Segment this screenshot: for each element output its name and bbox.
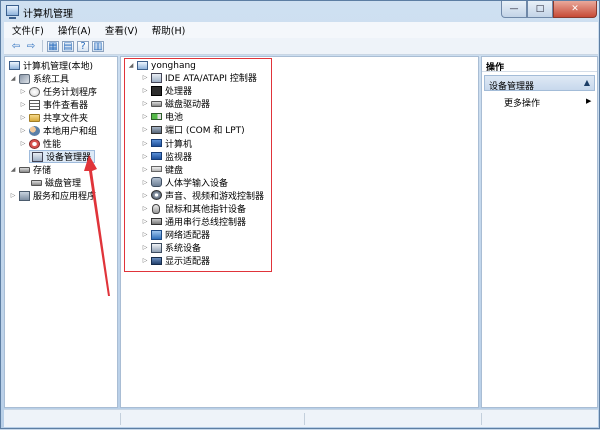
expand-arrow-icon[interactable]: ▷ <box>19 88 27 95</box>
status-divider <box>304 413 305 425</box>
tree-label: 本地用户和组 <box>43 127 98 137</box>
tree-root-label: 计算机管理(本地) <box>23 62 94 72</box>
computer-management-icon <box>6 5 19 19</box>
maximize-button[interactable]: □ <box>527 1 553 18</box>
actions-section-label: 设备管理器 <box>489 82 535 92</box>
disk-icon <box>31 179 42 186</box>
collapse-arrow-icon[interactable]: ◢ <box>9 166 17 173</box>
title-bar: 计算机管理 — □ ✕ <box>1 1 600 21</box>
menu-action[interactable]: 操作(A) <box>58 23 91 37</box>
tree-system-tools[interactable]: ◢ 系统工具 <box>9 72 69 85</box>
tree-label: 磁盘管理 <box>45 179 82 189</box>
tree-device-manager[interactable]: 设备管理器 <box>29 150 96 163</box>
submenu-arrow-icon[interactable]: ▶ <box>586 97 591 105</box>
forward-arrow-icon[interactable]: ⇨ <box>25 41 37 52</box>
expand-arrow-icon[interactable]: ▷ <box>19 127 27 134</box>
tree-label: 存储 <box>33 166 52 176</box>
window-frame: 计算机管理 — □ ✕ 文件(F) 操作(A) 查看(V) 帮助(H) ⇦ ⇨ … <box>0 0 600 429</box>
help-icon[interactable]: ? <box>77 40 89 52</box>
expand-arrow-icon[interactable]: ▷ <box>9 192 17 199</box>
toolbar: ⇦ ⇨ ▦ ▤ ? ▥ <box>4 38 598 55</box>
minimize-button[interactable]: — <box>501 1 527 18</box>
action-pane-icon[interactable]: ▥ <box>92 40 104 52</box>
computer-management-icon <box>9 61 20 70</box>
collapse-up-icon[interactable]: ▲ <box>584 78 590 87</box>
menu-view[interactable]: 查看(V) <box>105 23 138 37</box>
close-button[interactable]: ✕ <box>553 1 597 18</box>
tree-event-viewer[interactable]: ▷ 事件查看器 <box>19 98 88 111</box>
tree-performance[interactable]: ▷ 性能 <box>19 137 61 150</box>
tree-label: 任务计划程序 <box>43 88 98 98</box>
status-bar <box>4 409 598 427</box>
tree-local-users[interactable]: ▷ 本地用户和组 <box>19 124 97 137</box>
toolbar-separator <box>42 40 43 52</box>
back-arrow-icon[interactable]: ⇦ <box>10 41 22 52</box>
device-manager-icon <box>32 151 43 162</box>
actions-header: 操作 <box>482 57 597 73</box>
tree-disk-management[interactable]: 磁盘管理 <box>29 176 81 189</box>
storage-icon <box>19 166 30 173</box>
tools-icon <box>19 73 30 84</box>
users-icon <box>29 125 40 136</box>
tree-storage[interactable]: ◢ 存储 <box>9 163 51 176</box>
tree-task-scheduler[interactable]: ▷ 任务计划程序 <box>19 85 97 98</box>
expand-arrow-icon[interactable]: ▷ <box>19 101 27 108</box>
tree-label: 事件查看器 <box>43 101 89 111</box>
actions-section-device-manager[interactable]: 设备管理器 ▲ <box>484 75 595 92</box>
tree-label: 设备管理器 <box>46 153 92 163</box>
status-divider <box>481 413 482 425</box>
tree-label: 共享文件夹 <box>43 114 89 124</box>
console-tree: 计算机管理(本地) ◢ 系统工具 ▷ 任务计划程序 ▷ 事件查看器 ▷ 共享文件… <box>4 56 118 408</box>
show-hide-tree-icon[interactable]: ▦ <box>47 40 59 52</box>
services-icon <box>19 190 30 201</box>
event-log-icon <box>29 99 40 110</box>
status-divider <box>120 413 121 425</box>
shared-folder-icon <box>29 113 40 122</box>
collapse-arrow-icon[interactable]: ◢ <box>9 75 17 82</box>
menu-file[interactable]: 文件(F) <box>12 23 44 37</box>
properties-icon[interactable]: ▤ <box>62 40 74 52</box>
menu-bar: 文件(F) 操作(A) 查看(V) 帮助(H) <box>4 22 598 38</box>
expand-arrow-icon[interactable]: ▷ <box>19 114 27 121</box>
annotation-highlight-box <box>124 58 272 272</box>
actions-pane: 操作 设备管理器 ▲ 更多操作 ▶ <box>481 56 598 408</box>
tree-label: 服务和应用程序 <box>33 192 97 202</box>
window-title: 计算机管理 <box>23 9 73 20</box>
expand-arrow-icon[interactable]: ▷ <box>19 140 27 147</box>
clock-icon <box>29 86 40 97</box>
menu-help[interactable]: 帮助(H) <box>152 23 186 37</box>
tree-services-apps[interactable]: ▷ 服务和应用程序 <box>9 189 96 202</box>
more-actions[interactable]: 更多操作 <box>504 96 540 109</box>
tree-label: 系统工具 <box>33 75 70 85</box>
performance-icon <box>29 138 40 149</box>
tree-label: 性能 <box>43 140 62 150</box>
tree-shared-folders[interactable]: ▷ 共享文件夹 <box>19 111 88 124</box>
tree-root[interactable]: 计算机管理(本地) <box>7 59 93 72</box>
